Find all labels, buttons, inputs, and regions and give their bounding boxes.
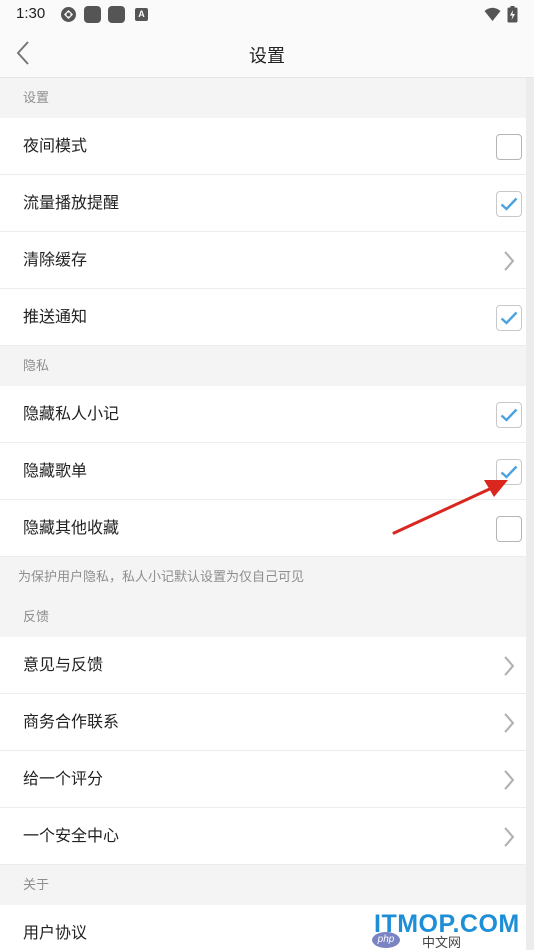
data-play-reminder-row[interactable]: 流量播放提醒 [0, 175, 534, 232]
scrollbar[interactable] [526, 78, 534, 950]
night-mode-checkbox[interactable] [496, 134, 522, 160]
row-label: 用户协议 [23, 925, 88, 942]
app-icon [108, 6, 125, 23]
checkmark-icon [500, 197, 518, 211]
business-contact-row[interactable]: 商务合作联系 [0, 694, 534, 751]
app-icon [84, 6, 101, 23]
push-notification-checkbox[interactable] [496, 305, 522, 331]
chevron-right-icon [504, 713, 515, 733]
wifi-icon [484, 7, 501, 21]
clear-cache-row[interactable]: 清除缓存 [0, 232, 534, 289]
night-mode-row[interactable]: 夜间模式 [0, 118, 534, 175]
chevron-right-icon [504, 251, 515, 271]
title-bar: 设置 [0, 28, 534, 78]
checkmark-icon [500, 465, 518, 479]
hide-other-favorites-row[interactable]: 隐藏其他收藏 [0, 500, 534, 557]
privacy-note: 为保护用户隐私，私人小记默认设置为仅自己可见 [0, 557, 534, 597]
row-label: 夜间模式 [23, 138, 88, 155]
row-label: 隐藏私人小记 [23, 406, 120, 423]
row-label: 流量播放提醒 [23, 195, 120, 212]
a-icon: A [135, 8, 148, 21]
row-label: 意见与反馈 [23, 657, 104, 674]
data-play-reminder-checkbox[interactable] [496, 191, 522, 217]
hide-private-notes-row[interactable]: 隐藏私人小记 [0, 386, 534, 443]
status-time: 1:30 [16, 5, 46, 22]
watermark-logo: ITMOP.COM php 中文网 [372, 910, 534, 950]
section-header-settings: 设置 [0, 78, 534, 118]
row-label: 隐藏歌单 [23, 463, 88, 480]
page-title: 设置 [249, 46, 285, 66]
chevron-right-icon [504, 656, 515, 676]
security-center-row[interactable]: 一个安全中心 [0, 808, 534, 865]
chevron-right-icon [504, 827, 515, 847]
hide-other-favorites-checkbox[interactable] [496, 516, 522, 542]
section-header-feedback: 反馈 [0, 597, 534, 637]
row-label: 给一个评分 [23, 771, 104, 788]
sync-icon [61, 7, 76, 22]
watermark-sub: 中文网 [422, 935, 462, 950]
chevron-right-icon [504, 770, 515, 790]
status-bar: 1:30 A [0, 0, 534, 28]
row-label: 清除缓存 [23, 252, 88, 269]
push-notification-row[interactable]: 推送通知 [0, 289, 534, 346]
hide-private-notes-checkbox[interactable] [496, 402, 522, 428]
php-badge: php [372, 932, 400, 948]
settings-list[interactable]: 设置 夜间模式 流量播放提醒 清除缓存 推送通知 隐私 隐藏私人小记 隐藏歌单 … [0, 78, 534, 950]
checkmark-icon [500, 408, 518, 422]
battery-icon [507, 6, 518, 23]
row-label: 一个安全中心 [23, 828, 120, 845]
rate-app-row[interactable]: 给一个评分 [0, 751, 534, 808]
row-label: 隐藏其他收藏 [23, 520, 120, 537]
section-header-privacy: 隐私 [0, 346, 534, 386]
section-header-about: 关于 [0, 865, 534, 905]
hide-playlists-checkbox[interactable] [496, 459, 522, 485]
checkmark-icon [500, 311, 518, 325]
row-label: 商务合作联系 [23, 714, 120, 731]
feedback-row[interactable]: 意见与反馈 [0, 637, 534, 694]
hide-playlists-row[interactable]: 隐藏歌单 [0, 443, 534, 500]
row-label: 推送通知 [23, 309, 88, 326]
